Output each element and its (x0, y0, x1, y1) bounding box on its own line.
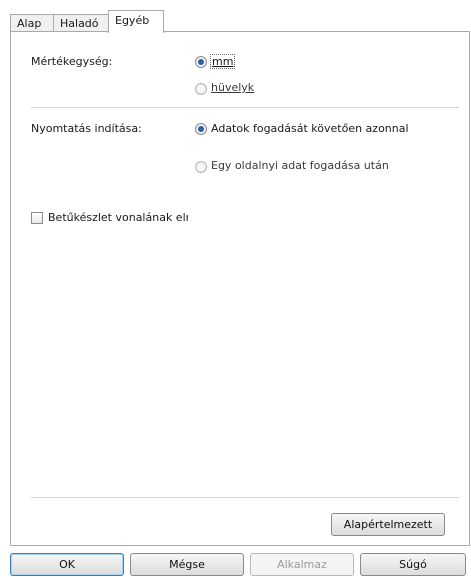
units-inch-radio[interactable] (195, 83, 207, 95)
print-start-page-label[interactable]: Egy oldalnyi adat fogadása után (211, 159, 389, 172)
tab-egyeb-label: Egyéb (115, 14, 150, 27)
tab-halado[interactable]: Haladó (53, 14, 109, 31)
units-mm-text: mm (212, 55, 234, 68)
tab-egyeb[interactable]: Egyéb (108, 10, 164, 33)
units-mm-label[interactable]: mm (209, 54, 236, 69)
units-inch-label[interactable]: hüvelyk (211, 81, 254, 94)
units-mm-radio[interactable] (195, 56, 207, 68)
tab-alap[interactable]: Alap (10, 14, 54, 31)
print-start-label: Nyomtatás indítása: (31, 122, 142, 135)
tab-halado-label: Haladó (60, 17, 99, 30)
print-start-immediate-label[interactable]: Adatok fogadását követően azonnal (211, 122, 409, 135)
tab-strip: Alap Haladó Egyéb (0, 10, 471, 33)
tab-alap-label: Alap (17, 17, 42, 30)
print-start-page-radio[interactable] (195, 161, 207, 173)
apply-button[interactable]: Alkalmaz (250, 553, 354, 576)
font-outline-checkbox[interactable] (31, 212, 43, 224)
separator-1 (31, 107, 459, 108)
print-start-immediate-radio[interactable] (195, 123, 207, 135)
font-outline-label[interactable]: Betűkészlet vonalának elre (48, 211, 188, 224)
cancel-button[interactable]: Mégse (130, 553, 244, 576)
tab-panel-egyeb: Mértékegység: mm hüvelyk Nyomtatás indít… (10, 31, 470, 546)
ok-button[interactable]: OK (10, 553, 124, 576)
units-label: Mértékegység: (31, 55, 113, 68)
help-button[interactable]: Súgó (360, 553, 466, 576)
defaults-button[interactable]: Alapértelmezett (331, 513, 445, 536)
separator-2 (31, 497, 459, 498)
units-inch-text: hüvelyk (211, 81, 255, 94)
